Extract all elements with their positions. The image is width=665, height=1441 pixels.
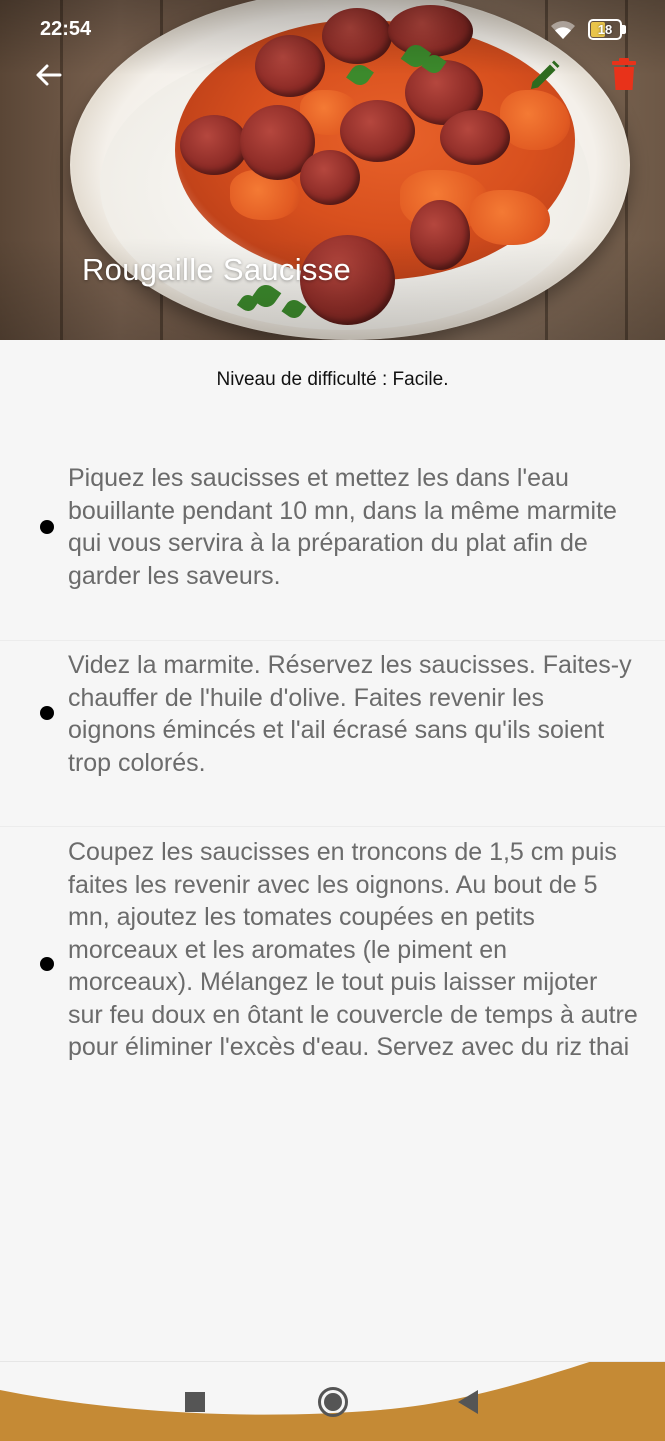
step-divider — [0, 640, 665, 641]
status-bar: 22:54 18 — [0, 0, 665, 60]
recipe-title: Rougaille Saucisse — [82, 252, 352, 287]
step-item: Coupez les saucisses en troncons de 1,5 … — [0, 836, 665, 1106]
back-triangle-icon[interactable] — [456, 1388, 480, 1416]
bullet-icon — [40, 706, 54, 720]
wifi-icon — [551, 21, 575, 39]
recent-apps-icon[interactable] — [185, 1392, 205, 1412]
trash-icon — [612, 58, 636, 90]
arrow-left-icon — [36, 64, 62, 86]
edit-button[interactable] — [524, 56, 564, 96]
step-item: Videz la marmite. Réservez les saucisses… — [0, 649, 665, 819]
pencil-icon — [531, 60, 560, 89]
difficulty-level: Niveau de difficulté : Facile. — [216, 369, 449, 390]
bullet-icon — [40, 520, 54, 534]
delete-button[interactable] — [604, 54, 644, 96]
back-button[interactable] — [28, 56, 68, 96]
bullet-icon — [40, 957, 54, 971]
home-icon[interactable] — [317, 1386, 349, 1418]
step-text: Coupez les saucisses en troncons de 1,5 … — [68, 838, 638, 1061]
battery-icon: 18 — [588, 19, 626, 40]
step-text: Videz la marmite. Réservez les saucisses… — [68, 651, 632, 777]
step-divider — [0, 826, 665, 827]
recipe-hero-image: 22:54 18 Rougaille Saucisse — [0, 0, 665, 340]
step-item: Piquez les saucisses et mettez les dans … — [0, 462, 665, 632]
battery-level: 18 — [597, 22, 613, 37]
system-nav-bar — [0, 1361, 665, 1441]
status-time: 22:54 — [40, 18, 92, 40]
step-text: Piquez les saucisses et mettez les dans … — [68, 464, 617, 590]
